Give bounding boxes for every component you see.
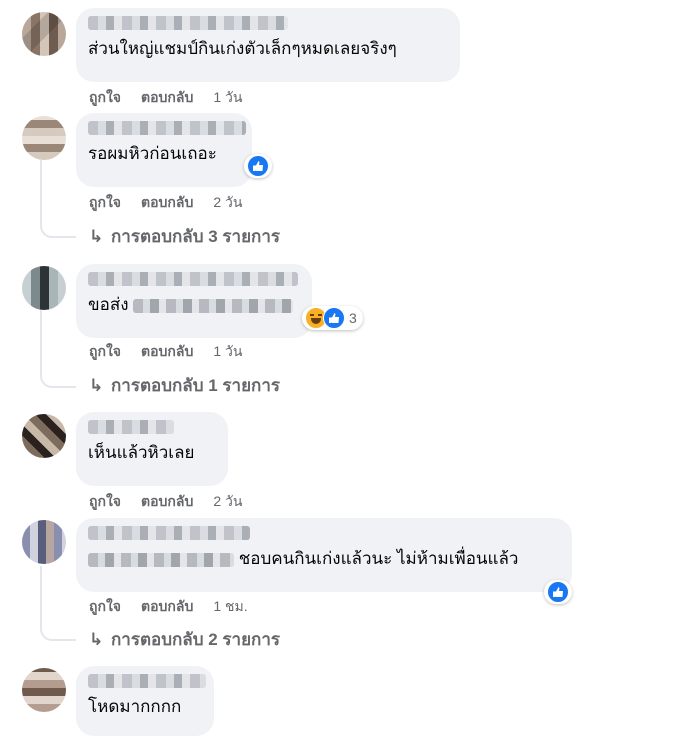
author-name-blurred[interactable] [88,674,206,688]
reply-button[interactable]: ตอบกลับ [141,89,193,105]
view-replies-link[interactable]: ↳ การตอบกลับ 2 รายการ [89,629,280,651]
reply-arrow-icon: ↳ [89,227,104,246]
reply-arrow-icon: ↳ [89,630,104,649]
avatar[interactable] [22,414,66,458]
timestamp[interactable]: 1 วัน [213,343,242,359]
comment-bubble: โหดมากกกก [76,666,214,736]
reply-button[interactable]: ตอบกลับ [141,493,193,509]
avatar[interactable] [22,266,66,310]
reply-button[interactable]: ตอบกลับ [141,598,193,614]
comment-text: ขอส่ง [88,294,298,316]
reaction-summary[interactable]: 3 [302,306,363,330]
comment-actions: ถูกใจ ตอบกลับ 1 วัน [89,88,242,106]
thread-line [40,160,42,220]
author-name-blurred[interactable] [88,121,246,135]
comment-bubble: ขอส่ง [76,264,312,338]
view-replies-link[interactable]: ↳ การตอบกลับ 3 รายการ [89,226,280,248]
like-button[interactable]: ถูกใจ [89,493,121,509]
comment-actions: ถูกใจ ตอบกลับ 2 วัน [89,492,242,510]
like-button[interactable]: ถูกใจ [89,598,121,614]
comment-bubble: เห็นแล้วหิวเลย [76,412,228,486]
comment-text-visible: ขอส่ง [88,295,129,314]
thread-line [40,566,42,624]
avatar[interactable] [22,668,66,712]
reply-button[interactable]: ตอบกลับ [141,194,193,210]
comment-actions: ถูกใจ ตอบกลับ 1 วัน [89,342,242,360]
comment-actions: ถูกใจ ตอบกลับ 2 วัน [89,193,242,211]
comment-text: ส่วนใหญ่แชมป์กินเก่งตัวเล็กๆหมดเลยจริงๆ [88,39,397,58]
timestamp[interactable]: 1 ชม. [213,598,247,614]
reply-thread-connector [40,364,76,388]
reply-thread-connector [40,617,76,641]
replies-label: การตอบกลับ 3 รายการ [111,227,281,246]
author-name-blurred[interactable] [88,526,250,540]
avatar[interactable] [22,116,66,160]
reply-arrow-icon: ↳ [89,376,104,395]
like-button[interactable]: ถูกใจ [89,89,121,105]
like-icon [323,307,345,329]
comment-bubble: รอผมหิวก่อนเถอะ [76,113,252,187]
timestamp[interactable]: 2 วัน [213,493,242,509]
thread-line [40,310,42,370]
timestamp[interactable]: 2 วัน [213,194,242,210]
comment-bubble: ชอบคนกินเก่งแล้วนะ ไม่ห้ามเพื่อนแล้ว [76,518,572,592]
comment-text: เห็นแล้วหิวเลย [88,443,195,462]
reply-button[interactable]: ตอบกลับ [141,343,193,359]
author-name-blurred[interactable] [88,16,288,30]
author-name-blurred[interactable] [88,420,174,434]
like-icon [547,581,569,603]
comment-bubble: ส่วนใหญ่แชมป์กินเก่งตัวเล็กๆหมดเลยจริงๆ [76,8,460,82]
reaction-summary[interactable] [244,154,272,178]
like-icon [247,155,269,177]
reaction-count: 3 [349,310,357,326]
reaction-summary[interactable] [544,580,572,604]
avatar[interactable] [22,12,66,56]
replies-label: การตอบกลับ 1 รายการ [111,376,281,395]
author-name-blurred[interactable] [88,272,298,286]
comment-text: รอผมหิวก่อนเถอะ [88,144,217,163]
like-button[interactable]: ถูกใจ [89,194,121,210]
mentioned-name-blurred[interactable] [133,298,294,313]
replies-label: การตอบกลับ 2 รายการ [111,630,281,649]
comment-text: ชอบคนกินเก่งแล้วนะ ไม่ห้ามเพื่อนแล้ว [88,548,558,570]
reply-thread-connector [40,214,76,238]
comment-actions: ถูกใจ ตอบกลับ 1 ชม. [89,597,248,615]
comment-text: โหดมากกกก [88,697,182,716]
like-button[interactable]: ถูกใจ [89,343,121,359]
avatar[interactable] [22,520,66,564]
comment-text-visible: ชอบคนกินเก่งแล้วนะ ไม่ห้ามเพื่อนแล้ว [238,549,519,568]
author-tag-blurred[interactable] [88,552,234,567]
view-replies-link[interactable]: ↳ การตอบกลับ 1 รายการ [89,375,280,397]
timestamp[interactable]: 1 วัน [213,89,242,105]
